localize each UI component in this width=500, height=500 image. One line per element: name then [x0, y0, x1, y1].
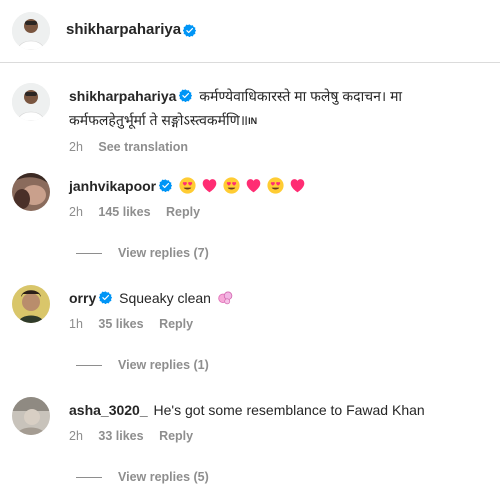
- view-replies-label: View replies (1): [118, 358, 209, 372]
- post-header: shikharpahariya: [0, 0, 500, 63]
- comment-line: janhvikapoor: [69, 174, 489, 198]
- view-replies-button[interactable]: View replies (5): [76, 469, 209, 485]
- bubbles-emoji: [217, 289, 234, 306]
- comment-text: He's got some resemblance to Fawad Khan: [153, 402, 425, 418]
- comment-time: 2h: [69, 205, 83, 219]
- heart-eyes-emoji: [179, 177, 196, 194]
- likes-count[interactable]: 33 likes: [98, 429, 143, 443]
- flag-tag: IN: [248, 116, 258, 126]
- caption-avatar[interactable]: [12, 83, 50, 121]
- comment-body: asha_3020_ He's got some resemblance to …: [69, 398, 489, 445]
- likes-count[interactable]: 145 likes: [98, 205, 150, 219]
- comment-line: orry Squeaky clean: [69, 286, 489, 310]
- author-username[interactable]: shikharpahariya: [66, 19, 181, 41]
- verified-badge-icon: [159, 179, 173, 192]
- heart-emoji: [201, 177, 218, 194]
- caption-row: shikharpahariya कर्मण्येवाधिकारस्ते मा फ…: [0, 83, 500, 156]
- comment-body: janhvikapoor 2h 145 likes Reply: [69, 174, 489, 221]
- author-avatar[interactable]: [12, 12, 50, 50]
- reply-button[interactable]: Reply: [166, 205, 200, 219]
- comment-meta: 2h 145 likes Reply: [69, 203, 489, 221]
- comment-time: 2h: [69, 429, 83, 443]
- commenter-avatar[interactable]: [12, 173, 50, 211]
- see-translation-button[interactable]: See translation: [98, 140, 188, 154]
- comment-text: Squeaky clean: [119, 290, 211, 306]
- replies-divider: [76, 253, 102, 255]
- caption-meta: 2h See translation: [69, 138, 489, 156]
- verified-badge-icon: [179, 89, 193, 102]
- caption-text-line2: कर्मफलहेतुर्भूर्मा ते सङ्गोऽस्त्वकर्मणि॥: [69, 112, 249, 128]
- heart-eyes-emoji: [267, 177, 284, 194]
- comment-line: asha_3020_ He's got some resemblance to …: [69, 398, 489, 422]
- comment-username[interactable]: asha_3020_: [69, 402, 148, 418]
- caption-time: 2h: [69, 140, 83, 154]
- comment-time: 1h: [69, 317, 83, 331]
- caption-body: shikharpahariya कर्मण्येवाधिकारस्ते मा फ…: [69, 84, 489, 156]
- caption-text-line1: कर्मण्येवाधिकारस्ते मा फलेषु कदाचन। मा: [199, 88, 403, 104]
- view-replies-button[interactable]: View replies (7): [76, 245, 209, 261]
- view-replies-button[interactable]: View replies (1): [76, 357, 209, 373]
- comment-meta: 1h 35 likes Reply: [69, 315, 489, 333]
- reply-button[interactable]: Reply: [159, 429, 193, 443]
- replies-divider: [76, 477, 102, 479]
- comment-username[interactable]: orry: [69, 290, 96, 306]
- verified-badge-icon: [183, 24, 196, 37]
- caption-username[interactable]: shikharpahariya: [69, 88, 176, 104]
- commenter-avatar[interactable]: [12, 397, 50, 435]
- verified-badge-icon: [99, 291, 113, 304]
- caption-line-2: कर्मफलहेतुर्भूर्मा ते सङ्गोऽस्त्वकर्मणि॥…: [69, 108, 489, 133]
- heart-eyes-emoji: [223, 177, 240, 194]
- likes-count[interactable]: 35 likes: [98, 317, 143, 331]
- heart-emoji: [289, 177, 306, 194]
- replies-divider: [76, 365, 102, 367]
- comment-meta: 2h 33 likes Reply: [69, 427, 489, 445]
- caption-line: shikharpahariya कर्मण्येवाधिकारस्ते मा फ…: [69, 84, 489, 108]
- view-replies-label: View replies (7): [118, 246, 209, 260]
- comment-body: orry Squeaky clean 1h 35 likes Reply: [69, 286, 489, 333]
- heart-emoji: [245, 177, 262, 194]
- commenter-avatar[interactable]: [12, 285, 50, 323]
- reply-button[interactable]: Reply: [159, 317, 193, 331]
- view-replies-label: View replies (5): [118, 470, 209, 484]
- comment-username[interactable]: janhvikapoor: [69, 178, 156, 194]
